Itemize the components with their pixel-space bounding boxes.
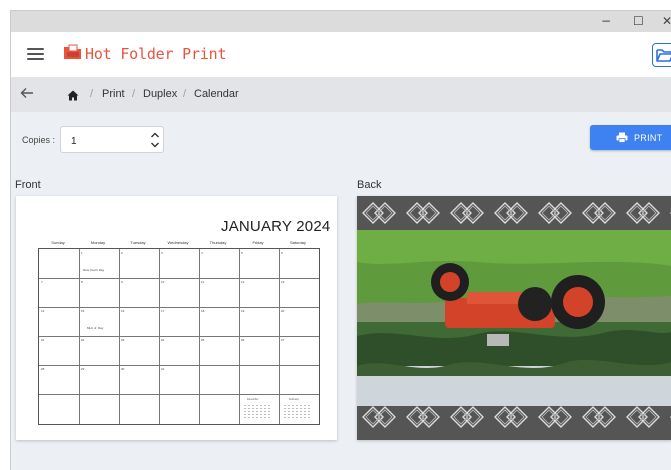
minimize-icon[interactable]: −	[601, 14, 611, 28]
title-bar: − ☐ ✕	[11, 11, 671, 32]
calendar-day: 16	[121, 309, 125, 313]
chevron-up-down-icon[interactable]	[149, 130, 161, 150]
back-label: Back	[357, 179, 382, 191]
weekday: Tuesday	[130, 240, 146, 245]
calendar-day: 23	[121, 338, 125, 342]
calendar-day: 29	[81, 367, 85, 371]
calendar-day: 22	[81, 338, 85, 342]
calendar-day: 14	[41, 309, 45, 313]
calendar-day: 9	[121, 280, 123, 284]
holiday-label: MLK Jr. Day	[87, 326, 104, 330]
holiday-label: New Year's Day	[83, 268, 105, 272]
breadcrumb-item-duplex[interactable]: Duplex	[143, 88, 177, 101]
weekday: Saturday	[289, 240, 306, 245]
calendar-day: 13	[281, 280, 285, 284]
breadcrumb-separator: /	[132, 88, 136, 100]
calendar-day: 31	[161, 367, 165, 371]
calendar-day: 1	[81, 251, 83, 255]
weekday: Friday	[252, 240, 264, 245]
front-preview: JANUARY 2024 Sunday Monday Tuesday Wedne…	[16, 196, 337, 440]
mini-calendar-february: February	[281, 396, 313, 422]
app-window: − ☐ ✕ Hot Folder Print	[10, 10, 671, 470]
calendar-weekdays: Sunday Monday Tuesday Wednesday Thursday…	[38, 240, 320, 248]
breadcrumb: / Print / Duplex / Calendar	[11, 77, 671, 112]
weekday: Sunday	[51, 240, 65, 245]
hamburger-icon[interactable]	[27, 48, 44, 61]
calendar-day: 4	[201, 251, 203, 255]
app-title: Hot Folder Print	[85, 45, 227, 63]
calendar-day: 24	[161, 338, 165, 342]
arrow-left-icon[interactable]	[20, 86, 34, 105]
calendar-day: 3	[161, 251, 163, 255]
calendar-day: 10	[161, 280, 165, 284]
calendar-day: 2	[121, 251, 123, 255]
app-bar: Hot Folder Print	[11, 32, 671, 77]
close-icon[interactable]: ✕	[662, 14, 671, 28]
breadcrumb-separator: /	[183, 88, 187, 100]
folder-open-icon	[656, 49, 671, 62]
maximize-icon[interactable]: ☐	[633, 14, 644, 28]
back-preview	[357, 196, 671, 440]
calendar-title: JANUARY 2024	[221, 218, 331, 235]
copies-label: Copies :	[22, 135, 56, 145]
copies-value[interactable]: 1	[71, 136, 77, 147]
printer-icon	[616, 132, 628, 143]
calendar-day: 15	[81, 309, 85, 313]
print-button[interactable]: PRINT	[590, 125, 671, 150]
calendar-day: 26	[241, 338, 245, 342]
calendar-day: 27	[281, 338, 285, 342]
home-icon[interactable]	[67, 88, 79, 106]
weekday: Thursday	[209, 240, 227, 245]
calendar-day: 5	[241, 251, 243, 255]
mini-calendar-december: December	[241, 396, 273, 422]
breadcrumb-item-calendar: Calendar	[194, 88, 239, 100]
calendar-day: 19	[241, 309, 245, 313]
calendar-day: 8	[81, 280, 83, 284]
calendar-day: 7	[41, 280, 43, 284]
calendar-day: 28	[41, 367, 45, 371]
weekday: Wednesday	[167, 240, 189, 245]
calendar-day: 6	[281, 251, 283, 255]
calendar-day: 12	[241, 280, 245, 284]
calendar-day: 21	[41, 338, 45, 342]
calendar-day: 17	[161, 309, 165, 313]
copies-stepper[interactable]: 1	[60, 126, 164, 153]
tractor-photo	[357, 196, 671, 440]
calendar-day: 25	[201, 338, 205, 342]
breadcrumb-separator: /	[90, 88, 94, 100]
folder-print-logo-icon	[63, 44, 83, 65]
breadcrumb-item-print[interactable]: Print	[102, 88, 125, 101]
print-button-label: PRINT	[634, 133, 663, 143]
calendar-day: 11	[201, 280, 205, 284]
front-label: Front	[15, 179, 41, 191]
calendar-day: 18	[201, 309, 205, 313]
calendar-grid: 1 2 3 4 5 6 New Year's Day 7 8 9 10 11 1…	[38, 248, 320, 425]
open-folder-button[interactable]	[652, 43, 671, 67]
calendar-day: 30	[121, 367, 125, 371]
weekday: Monday	[90, 240, 106, 245]
calendar-day: 20	[281, 309, 285, 313]
